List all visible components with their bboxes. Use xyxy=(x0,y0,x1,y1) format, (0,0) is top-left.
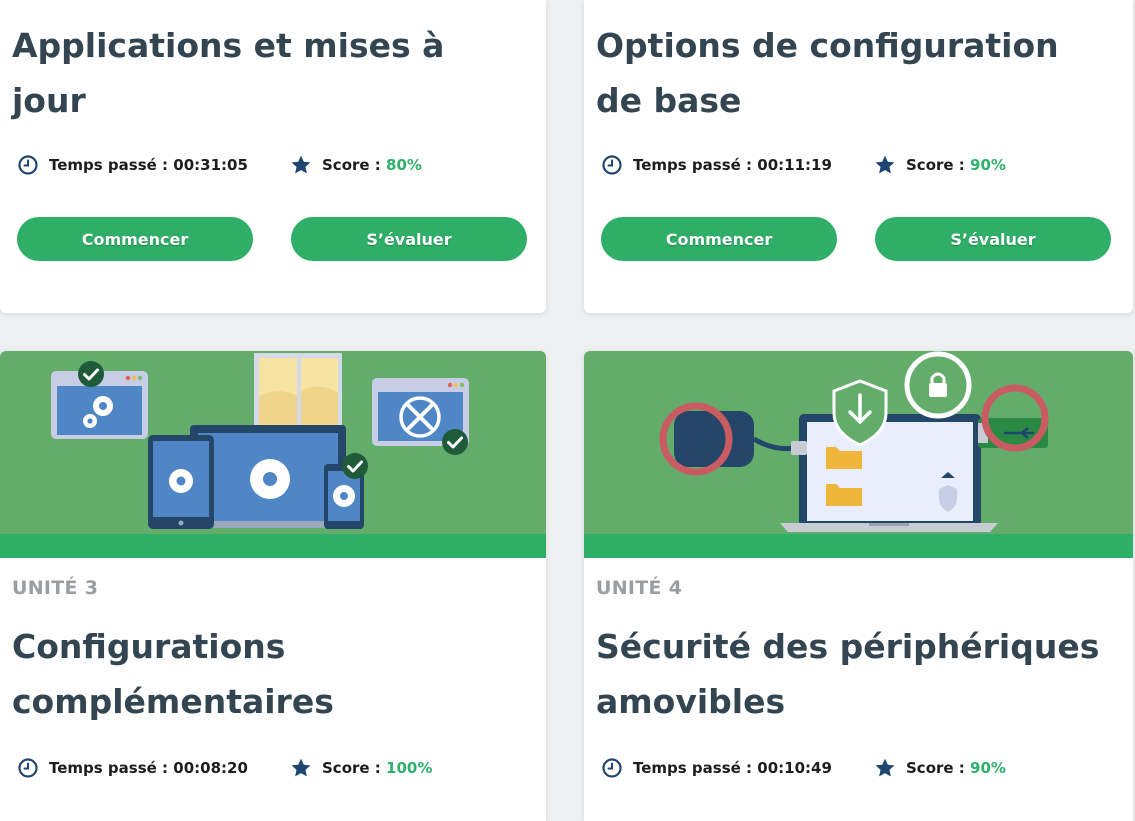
score-label: Score : xyxy=(906,156,971,174)
score-value: 90% xyxy=(970,156,1006,174)
card-title: Sécurité des périphériques amovibles xyxy=(596,627,1100,721)
start-button[interactable]: Commencer xyxy=(17,217,253,261)
card-title: Configurations complémentaires xyxy=(12,627,334,721)
score-label: Score : xyxy=(322,156,387,174)
card-meta: Temps passé : 00:11:19 Score : 90% xyxy=(600,154,1120,178)
evaluate-button[interactable]: S’évaluer xyxy=(875,217,1111,261)
time-spent: Temps passé : 00:31:05 xyxy=(16,154,248,176)
time-value: 00:10:49 xyxy=(757,759,832,777)
time-label: Temps passé : xyxy=(633,156,758,174)
card-meta: Temps passé : 00:10:49 Score : 90% xyxy=(600,757,1120,781)
start-button[interactable]: Commencer xyxy=(601,217,837,261)
star-icon xyxy=(874,757,896,779)
score-label: Score : xyxy=(906,759,971,777)
course-card-unit-4: UNITÉ 4 Sécurité des périphériques amovi… xyxy=(584,351,1133,821)
time-label: Temps passé : xyxy=(49,156,174,174)
score: Score : 90% xyxy=(874,154,1006,176)
star-icon xyxy=(874,154,896,176)
removable-devices-illustration xyxy=(584,351,1133,534)
banner-strip xyxy=(0,534,546,558)
time-value: 00:08:20 xyxy=(173,759,248,777)
time-label: Temps passé : xyxy=(49,759,174,777)
card-meta: Temps passé : 00:08:20 Score : 100% xyxy=(16,757,536,781)
score-value: 80% xyxy=(386,156,422,174)
clock-icon xyxy=(17,154,39,176)
unit-label: UNITÉ 4 xyxy=(596,577,683,599)
devices-illustration xyxy=(0,351,546,534)
time-value: 00:31:05 xyxy=(173,156,248,174)
unit-label: UNITÉ 3 xyxy=(12,577,99,599)
star-icon xyxy=(290,154,312,176)
clock-icon xyxy=(601,757,623,779)
score: Score : 80% xyxy=(290,154,422,176)
time-value: 00:11:19 xyxy=(757,156,832,174)
evaluate-button[interactable]: S’évaluer xyxy=(291,217,527,261)
course-card-applications: Applications et mises à jour Temps passé… xyxy=(0,0,546,313)
score-value: 100% xyxy=(386,759,433,777)
card-title: Applications et mises à jour xyxy=(12,26,445,120)
score-label: Score : xyxy=(322,759,387,777)
clock-icon xyxy=(601,154,623,176)
course-card-configuration-options: Options de configuration de base Temps p… xyxy=(584,0,1133,313)
course-card-unit-3: UNITÉ 3 Configurations complémentaires T… xyxy=(0,351,546,821)
time-spent: Temps passé : 00:11:19 xyxy=(600,154,832,176)
score: Score : 100% xyxy=(290,757,432,779)
score-value: 90% xyxy=(970,759,1006,777)
time-label: Temps passé : xyxy=(633,759,758,777)
star-icon xyxy=(290,757,312,779)
card-meta: Temps passé : 00:31:05 Score : 80% xyxy=(16,154,536,178)
time-spent: Temps passé : 00:10:49 xyxy=(600,757,832,779)
time-spent: Temps passé : 00:08:20 xyxy=(16,757,248,779)
banner-strip xyxy=(584,534,1133,558)
score: Score : 90% xyxy=(874,757,1006,779)
clock-icon xyxy=(17,757,39,779)
card-title: Options de configuration de base xyxy=(596,26,1059,120)
